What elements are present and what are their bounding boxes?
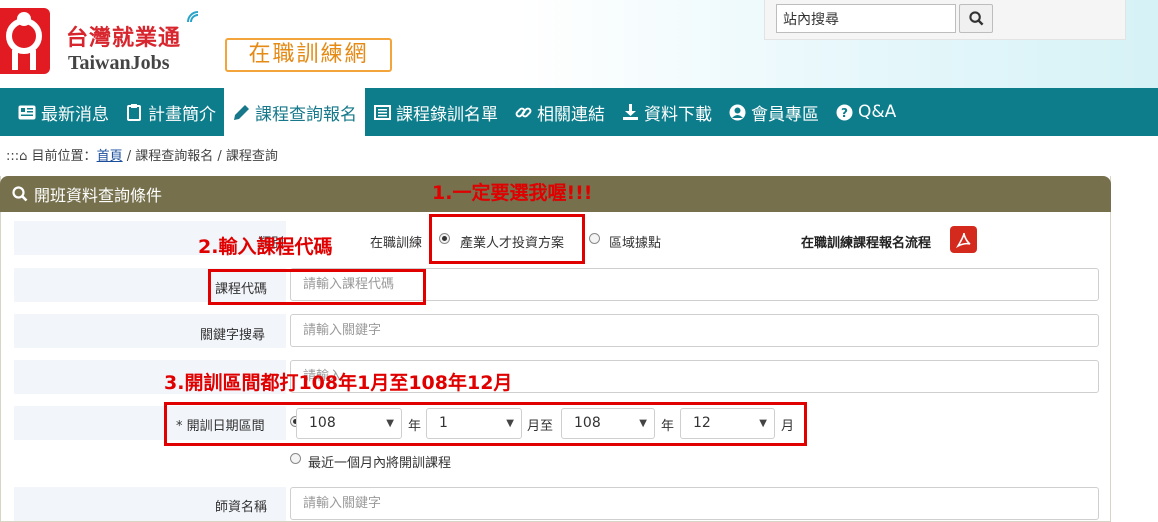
teacher-label: 師資名稱: [215, 500, 268, 515]
nav-related-links[interactable]: 相關連結: [506, 88, 613, 136]
breadcrumb-home-link[interactable]: 首頁: [97, 149, 123, 164]
nav-label: 課程錄訓名單: [396, 104, 498, 125]
nav-label: Q&A: [858, 102, 897, 122]
nav-plan-intro[interactable]: 計畫簡介: [117, 88, 224, 136]
taiwanjobs-logo[interactable]: [0, 8, 50, 74]
svg-text:?: ?: [841, 106, 848, 120]
list-icon: [373, 103, 391, 121]
pencil-icon: [232, 103, 250, 121]
category-radio-region[interactable]: [589, 233, 600, 244]
category-option-label: 區域據點: [609, 236, 662, 251]
search-icon: [968, 11, 983, 26]
search-icon: [12, 186, 28, 202]
question-circle-icon: ?: [835, 103, 853, 121]
newspaper-icon: [18, 103, 36, 121]
search-button[interactable]: [959, 4, 993, 33]
recent-month-label: 最近一個月內將開訓課程: [308, 456, 452, 471]
breadcrumb-prefix: :::: [6, 149, 20, 164]
main-nav: 最新消息 計畫簡介 課程查詢報名 課程錄訓名單 相關連結 資料下載 會員專區 ?…: [0, 88, 1158, 136]
registration-flow-link[interactable]: 在職訓練課程報名流程: [801, 232, 931, 251]
home-icon: ⌂: [19, 149, 28, 164]
breadcrumb-separator: /: [213, 149, 226, 164]
breadcrumb-separator: /: [122, 149, 136, 164]
annotation-step-1: 1.一定要選我喔!!!: [432, 182, 593, 204]
teacher-input[interactable]: [290, 487, 1099, 520]
breadcrumb: :::⌂ 目前位置：首頁 / 課程查詢報名 / 課程查詢: [6, 145, 278, 164]
category-option-label: 在職訓練: [370, 236, 423, 251]
breadcrumb-label: 目前位置：: [31, 149, 97, 164]
nav-label: 資料下載: [644, 104, 712, 125]
nav-qa[interactable]: ? Q&A: [827, 88, 904, 136]
signal-icon: [186, 10, 200, 28]
user-circle-icon: [728, 103, 746, 121]
pdf-icon[interactable]: [950, 226, 977, 253]
annotation-box-course-code: [208, 269, 426, 305]
nav-course-search[interactable]: 課程查詢報名: [224, 88, 365, 136]
nav-label: 計畫簡介: [148, 104, 216, 125]
breadcrumb-current: 課程查詢: [225, 149, 278, 164]
site-search: [764, 0, 1126, 40]
keyword-label: 關鍵字搜尋: [200, 328, 266, 343]
search-input[interactable]: [776, 4, 956, 33]
breadcrumb-level1: 課程查詢報名: [135, 149, 214, 164]
recent-month-radio[interactable]: [290, 453, 301, 464]
clipboard-icon: [125, 103, 143, 121]
nav-member[interactable]: 會員專區: [720, 88, 827, 136]
download-icon: [621, 103, 639, 121]
panel-title: 開班資料查詢條件: [34, 186, 163, 205]
site-header: 台灣就業通 TaiwanJobs 在職訓練網: [0, 0, 1158, 88]
annotation-box-date-range: [164, 402, 807, 446]
nav-news[interactable]: 最新消息: [10, 88, 117, 136]
nav-label: 課程查詢報名: [255, 104, 357, 125]
nav-label: 最新消息: [41, 104, 109, 125]
nav-downloads[interactable]: 資料下載: [613, 88, 720, 136]
annotation-step-3: 3.開訓區間都打108年1月至108年12月: [164, 372, 513, 394]
brand-name-cn: 台灣就業通: [66, 25, 182, 51]
annotation-step-2: 2.輸入課程代碼: [198, 236, 333, 258]
keyword-input[interactable]: [290, 314, 1099, 347]
link-icon: [514, 103, 532, 121]
subsite-title[interactable]: 在職訓練網: [225, 38, 392, 72]
nav-label: 會員專區: [751, 104, 819, 125]
nav-admission-list[interactable]: 課程錄訓名單: [365, 88, 506, 136]
brand-name-en: TaiwanJobs: [68, 52, 170, 74]
annotation-box-category: [429, 214, 585, 264]
nav-label: 相關連結: [537, 104, 605, 125]
